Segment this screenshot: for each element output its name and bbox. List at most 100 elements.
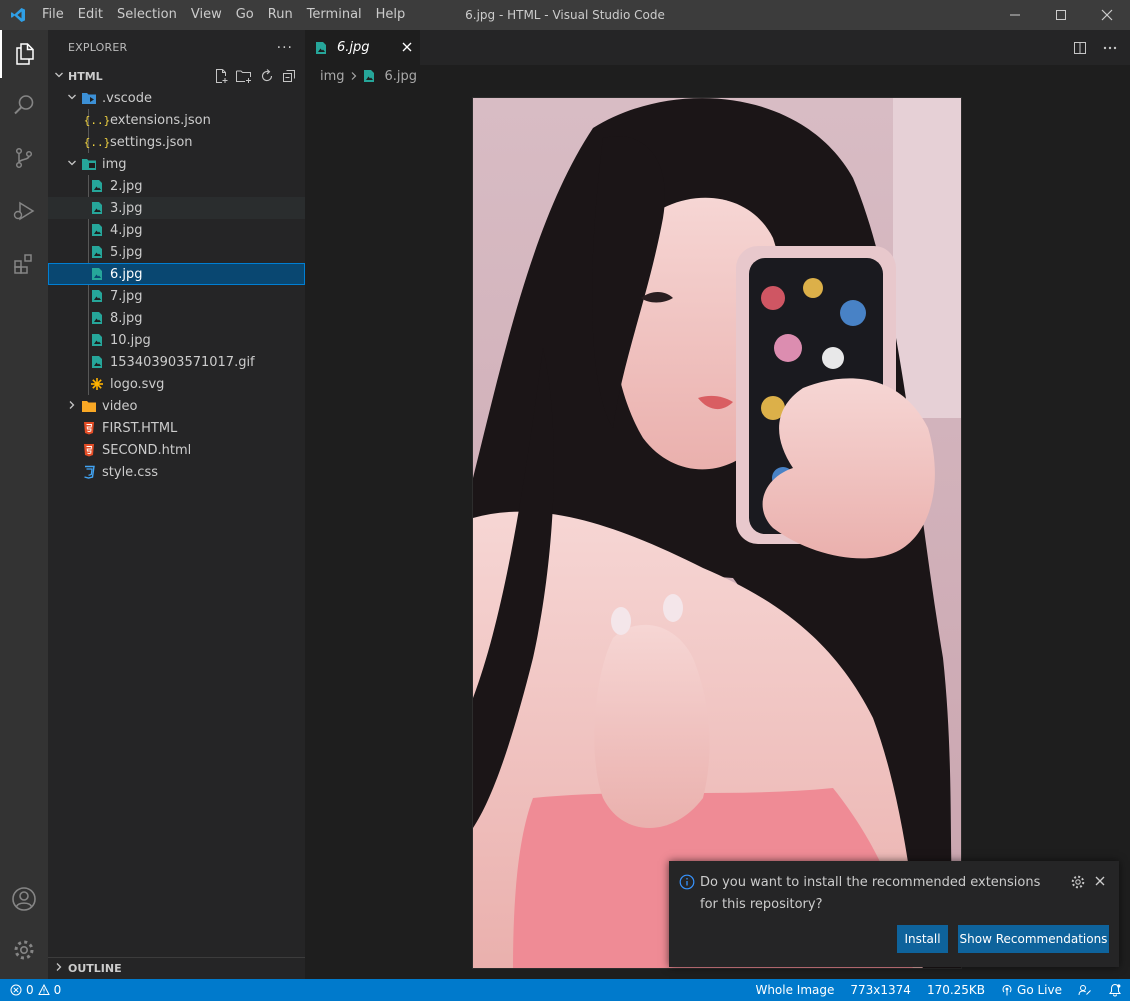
minimize-button[interactable] — [992, 0, 1038, 30]
gear-icon[interactable] — [1070, 874, 1086, 890]
close-icon — [402, 42, 412, 51]
editor-area: 6.jpg img 6.jpg Do you want to install t… — [305, 30, 1130, 979]
status-bar: 0 0 Whole Image 773x1374 170.25KB Go Liv… — [0, 979, 1130, 1001]
tree-file-10-jpg[interactable]: 10.jpg — [48, 329, 305, 351]
image-dimensions: 773x1374 — [850, 983, 911, 997]
menu-go[interactable]: Go — [229, 0, 261, 30]
tree-folder-vscode[interactable]: .vscode — [48, 87, 305, 109]
close-icon — [1095, 876, 1105, 886]
problems-indicator[interactable]: 0 0 — [0, 983, 61, 997]
tree-file-7-jpg[interactable]: 7.jpg — [48, 285, 305, 307]
explorer-title: EXPLORER — [68, 41, 128, 54]
tree-label: FIRST.HTML — [102, 420, 178, 436]
workspace-section-header[interactable]: HTML — [48, 65, 305, 87]
manage-activity-button[interactable] — [0, 926, 48, 974]
more-actions-button[interactable]: ··· — [277, 40, 293, 56]
tree-file-second-html[interactable]: SECOND.html — [48, 439, 305, 461]
html-file-icon — [80, 442, 98, 458]
tree-folder-video[interactable]: video — [48, 395, 305, 417]
maximize-icon — [1056, 10, 1066, 20]
toast-close-button[interactable] — [1095, 872, 1105, 890]
tree-label: extensions.json — [110, 112, 211, 128]
tree-file-gif[interactable]: 153403903571017.gif — [48, 351, 305, 373]
tree-file-extensions-json[interactable]: {..} extensions.json — [48, 109, 305, 131]
split-editor-icon[interactable] — [1072, 40, 1088, 56]
install-button[interactable]: Install — [897, 925, 948, 953]
image-file-icon — [88, 332, 106, 348]
refresh-icon[interactable] — [259, 68, 275, 84]
new-file-icon[interactable] — [213, 68, 229, 84]
menu-view[interactable]: View — [184, 0, 229, 30]
accounts-activity-button[interactable] — [0, 875, 48, 923]
tree-label: 6.jpg — [110, 266, 143, 282]
run-debug-activity-button[interactable] — [0, 187, 48, 235]
html-file-icon — [80, 420, 98, 436]
search-activity-button[interactable] — [0, 81, 48, 129]
menu-run[interactable]: Run — [261, 0, 300, 30]
tree-file-first-html[interactable]: FIRST.HTML — [48, 417, 305, 439]
svg-file-icon — [88, 376, 106, 392]
error-count: 0 — [26, 983, 34, 997]
activity-bar — [0, 30, 48, 979]
collapse-all-icon[interactable] — [281, 68, 297, 84]
tree-label: style.css — [102, 464, 158, 480]
bell-icon[interactable] — [1108, 983, 1122, 997]
go-live-label: Go Live — [1017, 983, 1062, 997]
search-icon — [14, 95, 34, 115]
show-recommendations-button[interactable]: Show Recommendations — [958, 925, 1109, 953]
image-file-icon — [88, 354, 106, 370]
menu-edit[interactable]: Edit — [71, 0, 110, 30]
outline-section-header[interactable]: OUTLINE — [48, 957, 305, 979]
source-control-icon — [15, 147, 33, 169]
file-size: 170.25KB — [926, 983, 986, 997]
tree-file-5-jpg[interactable]: 5.jpg — [48, 241, 305, 263]
new-folder-icon[interactable] — [235, 68, 253, 84]
tree-file-4-jpg[interactable]: 4.jpg — [48, 219, 305, 241]
explorer-activity-button[interactable] — [0, 30, 48, 78]
zoom-status[interactable]: Whole Image — [755, 983, 834, 997]
breadcrumb-file[interactable]: 6.jpg — [385, 69, 418, 84]
menu-selection[interactable]: Selection — [110, 0, 184, 30]
menu-help[interactable]: Help — [369, 0, 413, 30]
tree-file-8-jpg[interactable]: 8.jpg — [48, 307, 305, 329]
source-control-activity-button[interactable] — [0, 134, 48, 182]
tree-file-6-jpg[interactable]: 6.jpg — [48, 263, 305, 285]
image-file-icon — [88, 288, 106, 304]
extensions-activity-button[interactable] — [0, 240, 48, 288]
menu-file[interactable]: File — [35, 0, 71, 30]
minimize-icon — [1010, 14, 1020, 16]
status-right: Whole Image 773x1374 170.25KB Go Live — [755, 979, 1122, 1001]
tab-6-jpg[interactable]: 6.jpg — [305, 30, 420, 65]
tree-file-3-jpg[interactable]: 3.jpg — [48, 197, 305, 219]
chevron-down-icon — [64, 158, 80, 171]
warning-icon — [37, 984, 50, 995]
close-icon — [1101, 9, 1113, 21]
feedback-icon[interactable] — [1078, 983, 1092, 997]
tree-label: settings.json — [110, 134, 193, 150]
tree-folder-img[interactable]: img — [48, 153, 305, 175]
tree-file-style-css[interactable]: style.css — [48, 461, 305, 483]
maximize-button[interactable] — [1038, 0, 1084, 30]
tree-file-logo-svg[interactable]: logo.svg — [48, 373, 305, 395]
image-file-icon — [88, 310, 106, 326]
image-file-icon — [88, 244, 106, 260]
json-file-icon: {..} — [83, 135, 111, 149]
file-tree: .vscode {..} extensions.json {..} settin… — [48, 87, 305, 483]
photo-image — [473, 98, 961, 968]
tab-close-button[interactable] — [402, 40, 412, 56]
json-file-icon: {..} — [83, 113, 111, 127]
tree-label: 7.jpg — [110, 288, 143, 304]
breadcrumb-img[interactable]: img — [320, 69, 345, 84]
chevron-right-icon — [351, 72, 356, 80]
close-window-button[interactable] — [1084, 0, 1130, 30]
more-actions-icon[interactable] — [1102, 40, 1118, 56]
menu-terminal[interactable]: Terminal — [300, 0, 369, 30]
tree-label: img — [102, 156, 127, 172]
tree-label: .vscode — [102, 90, 152, 106]
tree-file-2-jpg[interactable]: 2.jpg — [48, 175, 305, 197]
workspace-title: HTML — [68, 69, 103, 83]
toast-message: Do you want to install the recommended e… — [700, 875, 1041, 912]
image-file-icon — [88, 222, 106, 238]
go-live-button[interactable]: Go Live — [1001, 983, 1062, 997]
tree-file-settings-json[interactable]: {..} settings.json — [48, 131, 305, 153]
